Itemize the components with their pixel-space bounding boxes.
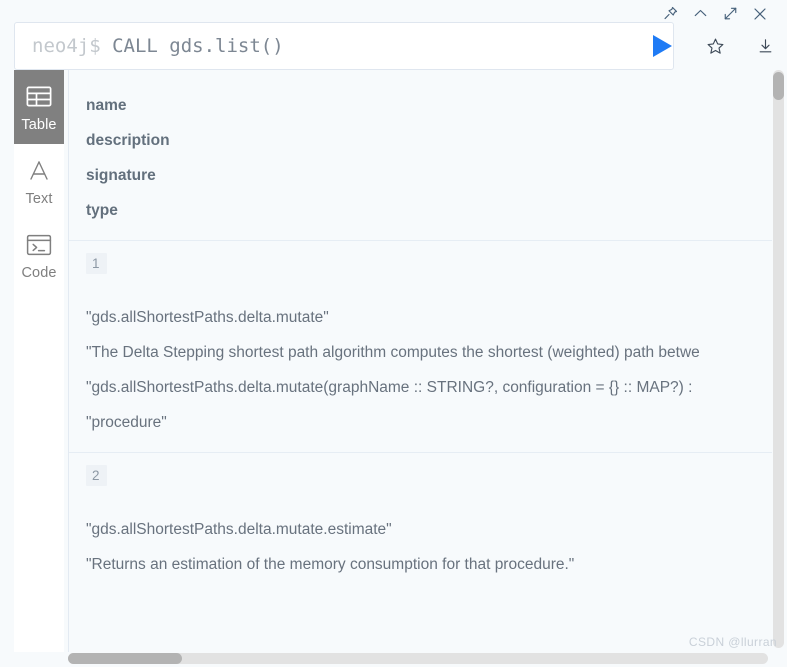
- horizontal-scrollbar-thumb[interactable]: [68, 653, 182, 664]
- row-cells: "gds.allShortestPaths.delta.mutate" "The…: [86, 300, 772, 452]
- column-header: type: [86, 202, 118, 219]
- favorite-icon[interactable]: [690, 22, 740, 70]
- result-table-scroll-content: name description signature type 1 "gds.a…: [69, 70, 772, 652]
- play-icon: [652, 35, 672, 57]
- result-body: Table Text Code name description signatu…: [14, 70, 772, 652]
- view-switcher: Table Text Code: [14, 70, 64, 652]
- cell-signature: "gds.allShortestPaths.delta.mutate(graph…: [86, 379, 693, 396]
- query-prompt: neo4j$: [32, 35, 113, 57]
- view-tab-label: Table: [21, 116, 57, 133]
- view-tab-label: Text: [25, 190, 53, 207]
- result-table-panel[interactable]: name description signature type 1 "gds.a…: [68, 70, 772, 652]
- text-icon: [26, 156, 52, 186]
- view-tab-code[interactable]: Code: [14, 218, 64, 292]
- table-header: name description signature type: [69, 70, 772, 240]
- table-row[interactable]: 2 "gds.allShortestPaths.delta.mutate.est…: [69, 452, 772, 594]
- view-tab-table[interactable]: Table: [14, 70, 64, 144]
- column-header: signature: [86, 167, 156, 184]
- horizontal-scrollbar[interactable]: [68, 653, 768, 664]
- column-header: name: [86, 97, 127, 114]
- cell-name: "gds.allShortestPaths.delta.mutate.estim…: [86, 521, 392, 538]
- code-icon: [26, 230, 52, 260]
- result-frame: neo4j$ CALL gds.list() Table Text Code n…: [0, 0, 787, 667]
- row-index: 1: [86, 253, 107, 274]
- vertical-scrollbar-thumb[interactable]: [773, 72, 784, 100]
- row-cells: "gds.allShortestPaths.delta.mutate.estim…: [86, 512, 772, 594]
- cell-description: "The Delta Stepping shortest path algori…: [86, 344, 700, 361]
- run-query-button[interactable]: [634, 22, 690, 70]
- row-index: 2: [86, 465, 107, 486]
- cell-type: "procedure": [86, 414, 167, 431]
- cell-name: "gds.allShortestPaths.delta.mutate": [86, 309, 329, 326]
- column-header: description: [86, 132, 170, 149]
- view-tab-text[interactable]: Text: [14, 144, 64, 218]
- cell-description: "Returns an estimation of the memory con…: [86, 556, 575, 573]
- view-tab-label: Code: [21, 264, 57, 281]
- vertical-scrollbar[interactable]: [773, 70, 784, 648]
- download-icon[interactable]: [740, 22, 787, 70]
- query-input[interactable]: neo4j$ CALL gds.list(): [14, 22, 674, 70]
- editor-actions: [634, 22, 787, 70]
- table-icon: [26, 82, 52, 112]
- query-editor-area: neo4j$ CALL gds.list(): [14, 22, 772, 70]
- table-row[interactable]: 1 "gds.allShortestPaths.delta.mutate" "T…: [69, 240, 772, 452]
- query-text: CALL gds.list(): [112, 35, 284, 57]
- watermark: CSDN @llurran: [688, 635, 777, 649]
